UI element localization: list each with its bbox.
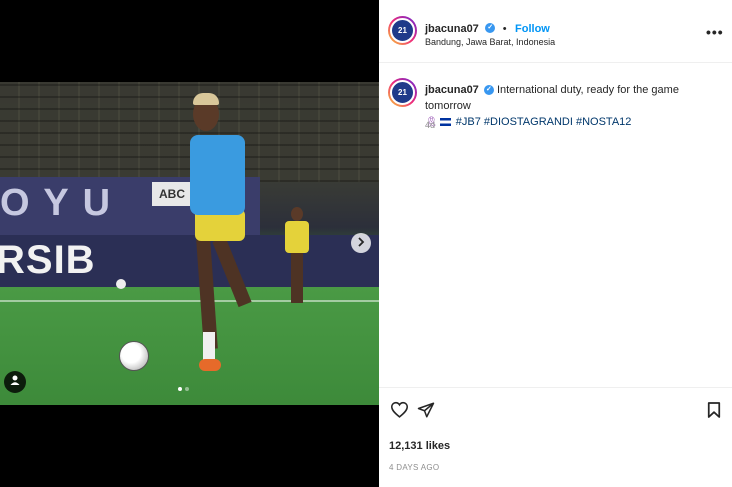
share-icon: [417, 401, 435, 424]
user-tag-icon: [9, 373, 21, 391]
actions-bar: 12,131 likes 4 DAYS AGO: [379, 387, 732, 487]
carousel-dot: [178, 387, 182, 391]
time-ago: 4d: [425, 120, 436, 130]
caption-hashtags[interactable]: #JB7 #DIOSTAGRANDI #NOSTA12: [456, 116, 632, 128]
post-header: 21 jbacuna07 ✓ • Follow Bandung, Jawa Ba…: [379, 0, 732, 63]
likes-count[interactable]: 12,131 likes: [389, 440, 450, 452]
carousel-indicator: [178, 387, 189, 391]
share-button[interactable]: [416, 402, 436, 422]
more-icon[interactable]: •••: [706, 24, 724, 40]
follow-button[interactable]: Follow: [515, 23, 550, 35]
caption: jbacuna07 ✓ International duty, ready fo…: [425, 82, 725, 131]
heart-icon: [390, 401, 409, 423]
carousel-dot: [185, 387, 189, 391]
caption-username[interactable]: jbacuna07: [425, 84, 479, 96]
verified-icon: ✓: [485, 22, 496, 33]
flag-emoji: [439, 118, 451, 127]
location-link[interactable]: Bandung, Jawa Barat, Indonesia: [425, 37, 555, 47]
caption-avatar[interactable]: 21: [388, 78, 417, 107]
save-button[interactable]: [704, 401, 724, 424]
tagged-users-button[interactable]: [4, 371, 26, 393]
football-distant: [116, 279, 126, 289]
bookmark-icon: [707, 401, 721, 424]
verified-icon: ✓: [483, 85, 494, 96]
posted-date: 4 DAYS AGO: [389, 463, 440, 472]
player-figure: [175, 93, 265, 382]
like-button[interactable]: [389, 401, 409, 423]
next-slide-button[interactable]: [351, 233, 371, 253]
football: [119, 341, 149, 371]
background-player: [282, 207, 312, 307]
separator: •: [502, 23, 507, 35]
adboard-text: RSIB: [0, 238, 96, 282]
chevron-right-icon: [356, 234, 366, 252]
post-media: O Y U RSIB ABC: [0, 0, 379, 487]
post-side-panel: 21 jbacuna07 ✓ • Follow Bandung, Jawa Ba…: [379, 0, 732, 487]
avatar[interactable]: 21: [388, 16, 417, 45]
username-link[interactable]: jbacuna07: [425, 23, 479, 35]
post-photo[interactable]: O Y U RSIB ABC: [0, 82, 379, 405]
